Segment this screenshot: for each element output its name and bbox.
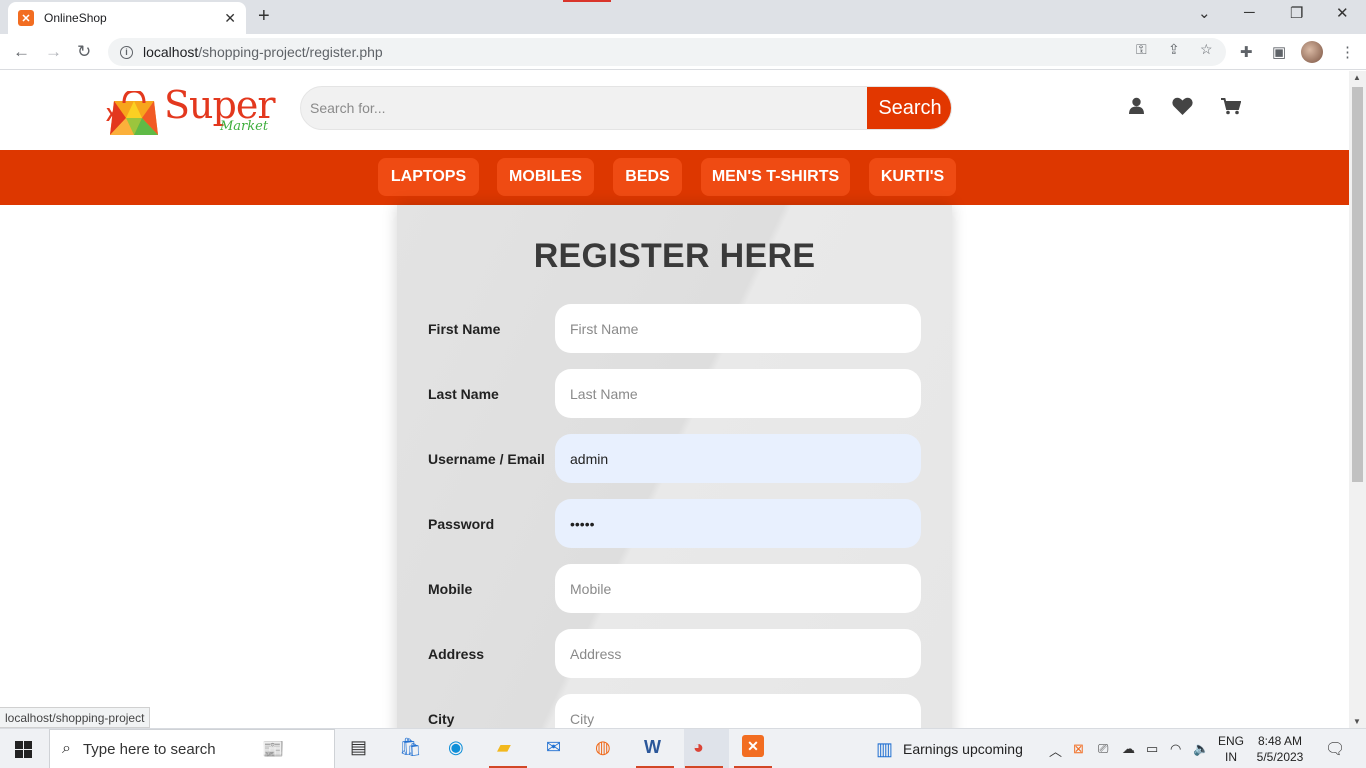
taskbar-search-box[interactable]: ⌕ Type here to search 📰 [49,729,335,768]
side-panel-icon[interactable]: ▣ [1272,43,1286,61]
task-view-icon[interactable]: ▤ [350,737,367,758]
password-label: Password [428,516,495,532]
restore-icon[interactable]: ❐ [1290,4,1303,22]
clock-time: 8:48 AM [1257,734,1303,748]
form-title: REGISTER HERE [533,237,816,275]
battery-icon[interactable]: ▭ [1146,741,1158,757]
news-widget[interactable]: ▥ Earnings upcoming [876,729,1023,768]
svg-text:X: X [106,105,118,125]
user-icon[interactable] [1128,97,1145,114]
category-mens-tshirts[interactable]: MEN'S T-SHIRTS [701,158,850,196]
wishlist-heart-icon[interactable] [1172,97,1193,115]
scrollbar-thumb[interactable] [1352,87,1363,482]
microsoft-store-icon[interactable]: 🛍 [399,737,422,758]
share-icon[interactable]: ⇪ [1168,41,1180,58]
clock-date: 5/5/2023 [1256,750,1304,764]
logo-subtext: Market [220,119,269,134]
stocks-chart-icon: ▥ [876,738,894,759]
xampp-icon[interactable]: ✕ [742,735,764,757]
close-tab-icon[interactable]: ✕ [224,10,236,27]
web-page: X Super Market Search LAPTOPS MOBILES BE… [0,71,1349,728]
browser-tab[interactable]: ✕ OnlineShop ✕ [8,2,246,34]
extensions-icon[interactable]: ✚ [1240,43,1253,61]
profile-avatar[interactable] [1301,41,1323,63]
key-icon[interactable]: ⚿ [1136,41,1147,58]
shopping-bag-logo-icon: X [106,91,158,135]
username-email-field[interactable] [555,434,921,483]
system-clock[interactable]: 8:48 AM 5/5/2023 [1250,733,1310,765]
browser-tabbar: ✕ OnlineShop ✕ + ⌄ ─ ❐ ✕ [0,0,1366,34]
status-bar-url: localhost/shopping-project [0,707,151,728]
mobile-field[interactable] [555,564,921,613]
category-bar: LAPTOPS MOBILES BEDS MEN'S T-SHIRTS KURT… [0,150,1349,205]
forward-icon[interactable]: → [45,42,62,62]
file-explorer-icon[interactable]: ▰ [497,737,511,758]
tab-search-chevron-icon[interactable]: ⌄ [1198,4,1211,22]
reload-icon[interactable]: ↻ [77,42,91,62]
search-icon: ⌕ [62,740,71,757]
category-beds[interactable]: BEDS [613,158,682,196]
search-highlight-icon: 📰 [262,739,285,759]
mobile-label: Mobile [428,581,473,597]
last-name-field[interactable] [555,369,921,418]
chrome-icon[interactable]: ◕ [693,737,704,758]
browser-toolbar: ← → ↻ i localhost/shopping-project/regis… [0,34,1366,70]
password-field[interactable] [555,499,921,548]
word-icon[interactable]: W [644,737,661,758]
first-name-field[interactable] [555,304,921,353]
xampp-tray-icon[interactable]: ⊠ [1073,741,1084,757]
input-language[interactable]: ENG IN [1216,733,1246,765]
chrome-active-bg [684,729,729,768]
address-field[interactable] [555,629,921,678]
volume-icon[interactable]: 🔈 [1193,741,1209,757]
meet-now-icon[interactable]: ⎚ [1098,741,1108,757]
language-code: ENG [1217,734,1244,748]
windows-start-icon[interactable] [15,741,32,758]
firefox-icon[interactable]: ◍ [595,737,611,758]
search-input[interactable] [301,87,868,129]
address-label: Address [428,646,485,662]
notifications-icon[interactable]: 🗨 [1325,739,1345,759]
bookmark-star-icon[interactable]: ☆ [1200,41,1213,58]
region-code: IN [1225,750,1237,764]
taskbar-search-text: Type here to search [82,740,216,758]
search-button[interactable]: Search [867,87,951,129]
tab-strip-indicator [563,0,611,2]
wifi-icon[interactable]: ◠ [1170,741,1181,757]
mail-icon[interactable]: ✉ [546,737,561,758]
cart-icon[interactable] [1221,98,1241,115]
site-info-icon[interactable]: i [120,45,133,59]
new-tab-icon[interactable]: + [258,5,270,28]
scroll-up-icon[interactable]: ▲ [1353,73,1361,82]
first-name-label: First Name [428,321,501,337]
site-logo[interactable]: X Super Market [106,83,276,139]
category-laptops[interactable]: LAPTOPS [378,158,479,196]
address-url: localhost/shopping-project/register.php [143,44,383,60]
city-label: City [428,711,455,727]
tab-title: OnlineShop [44,11,107,25]
edge-icon[interactable]: ◉ [448,737,464,758]
city-field[interactable] [555,694,921,728]
last-name-label: Last Name [428,386,499,402]
register-form: REGISTER HERE First Name Last Name Usern… [397,205,952,728]
show-hidden-icons-chevron-icon[interactable]: ︿ [1049,741,1062,760]
site-search: Search [300,86,952,130]
category-mobiles[interactable]: MOBILES [497,158,594,196]
page-scrollbar[interactable]: ▲ ▼ [1349,71,1366,728]
address-bar[interactable]: i localhost/shopping-project/register.ph… [108,38,1226,66]
news-text: Earnings upcoming [903,741,1023,757]
username-email-label: Username / Email [428,451,545,467]
close-window-icon[interactable]: ✕ [1336,4,1349,22]
menu-kebab-icon[interactable]: ⋮ [1340,43,1355,61]
windows-taskbar: ⌕ Type here to search 📰 ▤ 🛍 ◉ ▰ ✉ ◍ W ◕ … [0,728,1366,768]
scroll-down-icon[interactable]: ▼ [1353,717,1361,726]
category-kurtis[interactable]: KURTI'S [869,158,956,196]
xampp-favicon-icon: ✕ [18,10,34,26]
back-icon[interactable]: ← [13,42,30,62]
minimize-icon[interactable]: ─ [1244,4,1255,21]
onedrive-offline-icon[interactable]: ☁ [1122,741,1135,757]
